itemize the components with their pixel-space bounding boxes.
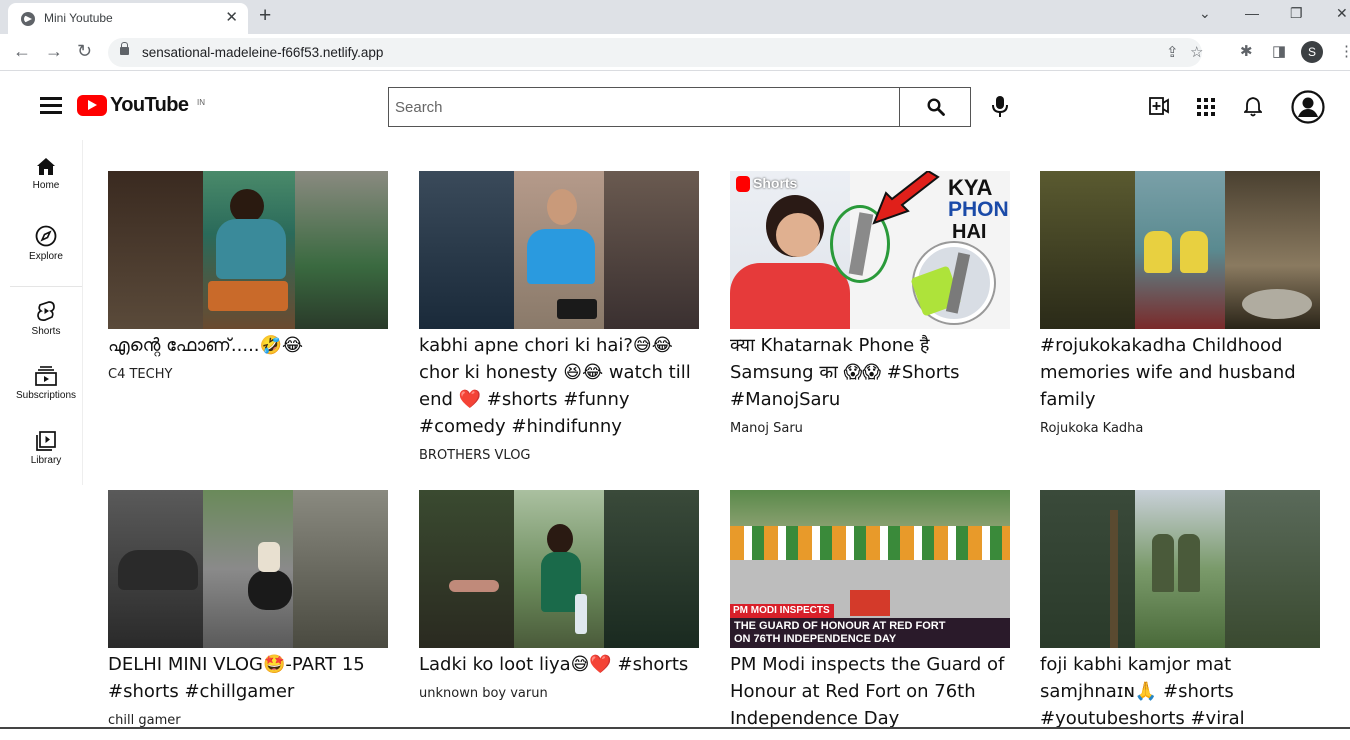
address-bar[interactable]: sensational-madeleine-f66f53.netlify.app… (108, 38, 1203, 67)
sidebar-item-label: Explore (29, 251, 63, 262)
video-card[interactable]: എന്റെ ഫോണ്.....🤣😂 C4 TECHY (108, 171, 388, 382)
share-icon[interactable]: ⇪ (1166, 43, 1179, 61)
back-icon[interactable]: ← (13, 41, 31, 61)
menu-kebab-icon[interactable]: ⋮ (1339, 42, 1350, 60)
channel-name[interactable]: Manoj Saru (730, 421, 1010, 436)
channel-name[interactable]: Rojukoka Kadha (1040, 421, 1320, 436)
sidebar-item-shorts[interactable]: Shorts (8, 300, 84, 337)
minimize-icon[interactable]: — (1245, 5, 1259, 21)
shorts-badge: Shorts (753, 175, 798, 191)
video-card[interactable]: PM MODI INSPECTS THE GUARD OF HONOUR AT … (730, 490, 1010, 740)
logo-region: IN (197, 98, 205, 107)
search-button[interactable] (899, 87, 971, 127)
video-title[interactable]: #rojukokakadha Childhood memories wife a… (1040, 332, 1320, 413)
sidebar: Home Explore Shorts Subscriptions Librar (8, 140, 82, 485)
channel-name[interactable]: unknown boy varun (419, 686, 699, 701)
video-card[interactable]: #rojukokakadha Childhood memories wife a… (1040, 171, 1320, 436)
video-title[interactable]: foji kabhi kamjor mat samjhnaɪɴ🙏 #shorts… (1040, 651, 1320, 732)
video-card[interactable]: foji kabhi kamjor mat samjhnaɪɴ🙏 #shorts… (1040, 490, 1320, 740)
globe-icon (21, 12, 35, 26)
video-thumbnail[interactable] (108, 490, 388, 648)
shorts-icon (37, 301, 55, 322)
tab-search-chevron-icon[interactable]: ⌄ (1199, 5, 1211, 22)
banner-line2: ON 76TH INDEPENDENCE DAY (734, 633, 897, 645)
reload-icon[interactable]: ↻ (77, 41, 92, 61)
video-title[interactable]: PM Modi inspects the Guard of Honour at … (730, 651, 1010, 732)
youtube-logo-icon[interactable] (77, 95, 107, 116)
forward-icon[interactable]: → (45, 41, 63, 61)
channel-name[interactable]: chill gamer (108, 713, 388, 728)
video-thumbnail[interactable] (1040, 171, 1320, 329)
thumb-phone: PHONE (948, 198, 1010, 221)
shorts-logo-icon (736, 176, 750, 192)
account-avatar-icon[interactable] (1291, 90, 1325, 124)
thumb-hai: HAI (952, 221, 987, 243)
logo-text[interactable]: YouTube (110, 94, 189, 117)
sidebar-item-explore[interactable]: Explore (8, 225, 84, 262)
video-thumbnail[interactable]: Shorts KYA PHONE HAI (730, 171, 1010, 329)
video-card[interactable]: Shorts KYA PHONE HAI क्या Khatarnak Phon… (730, 171, 1010, 436)
video-thumbnail[interactable] (108, 171, 388, 329)
yt-header: YouTube IN (8, 72, 1326, 140)
video-title[interactable]: എന്റെ ഫോണ്.....🤣😂 (108, 332, 388, 359)
sidebar-item-label: Subscriptions (15, 390, 77, 401)
hamburger-menu-icon[interactable] (40, 97, 62, 115)
compass-icon (35, 225, 57, 247)
sidebar-item-label: Home (32, 180, 60, 191)
video-title[interactable]: Ladki ko loot liya😅❤️ #shorts (419, 651, 699, 678)
banner-top-text: PM MODI INSPECTS (733, 605, 830, 616)
profile-avatar[interactable]: S (1301, 41, 1323, 63)
video-thumbnail[interactable] (1040, 490, 1320, 648)
apps-grid-icon[interactable] (1197, 98, 1215, 116)
browser-toolbar: ← → ↻ sensational-madeleine-f66f53.netli… (0, 34, 1350, 71)
bookmark-star-icon[interactable]: ☆ (1190, 43, 1203, 61)
tab-title: Mini Youtube (44, 11, 113, 25)
browser-tab[interactable]: Mini Youtube ✕ (8, 3, 248, 34)
notifications-bell-icon[interactable] (1244, 96, 1262, 117)
sidebar-item-label: Library (30, 455, 62, 466)
sidebar-item-home[interactable]: Home (8, 157, 84, 191)
sidebar-item-library[interactable]: Library (8, 431, 84, 466)
sidebar-item-subscriptions[interactable]: Subscriptions (8, 366, 84, 401)
search-icon (927, 98, 945, 116)
browser-tabstrip: Mini Youtube ✕ + ⌄ — ❐ ✕ (0, 0, 1350, 34)
red-arrow-icon (872, 171, 940, 225)
new-tab-icon[interactable]: + (259, 4, 271, 28)
video-thumbnail[interactable]: PM MODI INSPECTS THE GUARD OF HONOUR AT … (730, 490, 1010, 648)
search-input[interactable] (389, 88, 899, 126)
video-title[interactable]: क्या Khatarnak Phone है Samsung का 😱😱 #S… (730, 332, 1010, 413)
video-title[interactable]: kabhi apne chori ki hai?😅😂 chor ki hones… (419, 332, 699, 440)
side-panel-icon[interactable]: ◨ (1272, 42, 1286, 60)
video-thumbnail[interactable] (419, 490, 699, 648)
url-text[interactable]: sensational-madeleine-f66f53.netlify.app (142, 45, 383, 60)
lock-icon[interactable] (120, 42, 129, 55)
banner-line1: THE GUARD OF HONOUR AT RED FORT (734, 620, 946, 632)
video-card[interactable]: kabhi apne chori ki hai?😅😂 chor ki hones… (419, 171, 699, 463)
home-icon (37, 158, 55, 175)
microphone-icon[interactable] (991, 96, 1009, 118)
close-window-icon[interactable]: ✕ (1336, 5, 1348, 22)
restore-icon[interactable]: ❐ (1290, 5, 1303, 22)
channel-name[interactable]: C4 TECHY (108, 367, 388, 382)
close-tab-icon[interactable]: ✕ (225, 9, 238, 27)
library-icon (36, 431, 56, 451)
extensions-icon[interactable]: ✱ (1240, 42, 1253, 60)
video-card[interactable]: Ladki ko loot liya😅❤️ #shorts unknown bo… (419, 490, 699, 701)
sidebar-divider (10, 286, 82, 287)
search-box (388, 87, 900, 127)
create-video-icon[interactable] (1149, 97, 1169, 115)
video-card[interactable]: DELHI MINI VLOG🤩-PART 15 #shorts #chillg… (108, 490, 388, 728)
video-thumbnail[interactable] (419, 171, 699, 329)
subscriptions-icon (35, 366, 57, 386)
channel-name[interactable]: BROTHERS VLOG (419, 448, 699, 463)
sidebar-item-label: Shorts (31, 326, 61, 337)
video-title[interactable]: DELHI MINI VLOG🤩-PART 15 #shorts #chillg… (108, 651, 388, 705)
